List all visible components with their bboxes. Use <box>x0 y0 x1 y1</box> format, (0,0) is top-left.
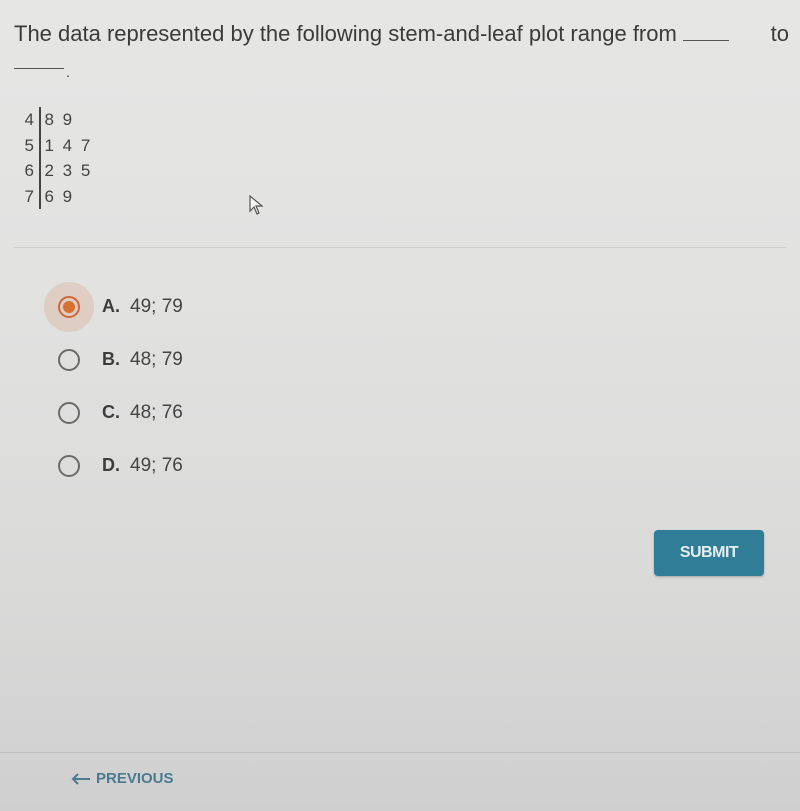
previous-label: PREVIOUS <box>96 770 174 787</box>
question-text: The data represented by the following st… <box>14 18 789 80</box>
leaves: 2 3 5 <box>44 161 93 180</box>
question-period: . <box>66 64 70 80</box>
option-text: 49; 79 <box>130 295 183 317</box>
question-prompt: The data represented by the following st… <box>14 21 677 46</box>
stem-divider <box>39 183 41 209</box>
leaves: 6 9 <box>44 186 75 206</box>
radio-icon[interactable] <box>58 348 80 371</box>
option-c[interactable]: C. 48; 76 <box>54 386 183 439</box>
stem-row: 7 6 9 <box>20 183 92 209</box>
option-d[interactable]: D. 49; 76 <box>54 439 183 492</box>
previous-button[interactable]: PREVIOUS <box>70 770 174 787</box>
option-text: 49; 76 <box>130 454 183 476</box>
mouse-cursor-icon <box>249 195 264 215</box>
radio-icon[interactable] <box>58 401 80 424</box>
footer-divider <box>0 752 800 753</box>
answer-options: A. 49; 79 B. 48; 79 C. 48; 76 D. 49; 76 <box>44 280 183 492</box>
leaves: 1 4 7 <box>44 135 93 155</box>
answer-blank-2 <box>14 54 64 69</box>
radio-icon[interactable] <box>58 454 80 477</box>
stem: 5 <box>24 135 34 155</box>
stem: 6 <box>24 161 34 180</box>
option-a[interactable]: A. 49; 79 <box>44 280 183 333</box>
option-b[interactable]: B. 48; 79 <box>54 333 183 386</box>
option-letter: B. <box>102 349 120 369</box>
leaves: 8 9 <box>44 110 75 129</box>
stem: 7 <box>24 186 34 206</box>
radio-selected-icon[interactable] <box>58 295 80 318</box>
stem-row: 6 2 3 5 <box>20 158 92 184</box>
answer-blank-1 <box>682 20 729 41</box>
stem: 4 <box>24 110 34 129</box>
stem-divider <box>39 107 41 133</box>
submit-button[interactable]: SUBMIT <box>654 530 764 576</box>
option-text: 48; 76 <box>130 401 183 423</box>
divider <box>14 247 786 248</box>
option-letter: A. <box>102 296 120 316</box>
stem-divider <box>39 158 41 184</box>
option-text: 48; 79 <box>130 348 183 370</box>
arrow-left-icon <box>71 772 90 785</box>
stem-divider <box>39 132 41 158</box>
option-letter: C. <box>102 402 120 422</box>
stem-and-leaf-plot: 4 8 9 5 1 4 7 6 2 3 5 7 6 9 <box>20 107 92 209</box>
stem-row: 5 1 4 7 <box>20 132 93 158</box>
question-to: to <box>770 21 789 46</box>
stem-row: 4 8 9 <box>20 107 92 133</box>
option-letter: D. <box>102 455 120 475</box>
